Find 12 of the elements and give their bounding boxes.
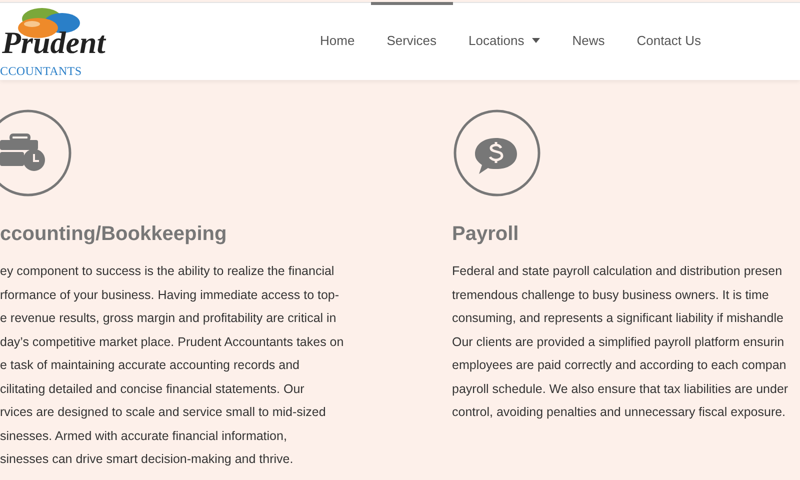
nav-link[interactable]: Locations (452, 2, 556, 80)
logo-wordmark: Prudent (2, 27, 106, 58)
nav-link[interactable]: Services (370, 2, 453, 80)
service-description: ey component to success is the ability to realize the financial rformance of your business. Having immediate access to top- e revenue results, gross margin and profitability are critical in day’s competitive market place. Prudent Accountants takes on e task of maintaining accurate accounting records and cilitating detailed and concise financial statements. Our rvices are designed to scale and service small to mid-sized sinesses. Armed with accurate financial information, sinesses can drive smart decision-making and thrive. (0, 263, 344, 468)
service-title: Payroll (452, 222, 519, 246)
service-title: ccounting/Bookkeeping (0, 222, 227, 246)
nav-link[interactable]: Home (304, 2, 371, 80)
logo-tagline: CCOUNTANTS (0, 65, 82, 77)
dollar-speech-bubble-icon (452, 108, 542, 198)
nav-link[interactable]: News (556, 2, 621, 80)
nav-link[interactable]: Contact Us (620, 2, 718, 80)
service-description: Federal and state payroll calculation and distribution presen tremendous challenge to busy business owners. It is time consuming, and represents a significant liability if mishandle Our clients are provided a simplified payroll platform ensurin employees are paid correctly and according to each compan payroll schedule. We also ensure that tax liabilities are under control, avoiding penalties and unnecessary fiscal exposure. (452, 263, 788, 421)
